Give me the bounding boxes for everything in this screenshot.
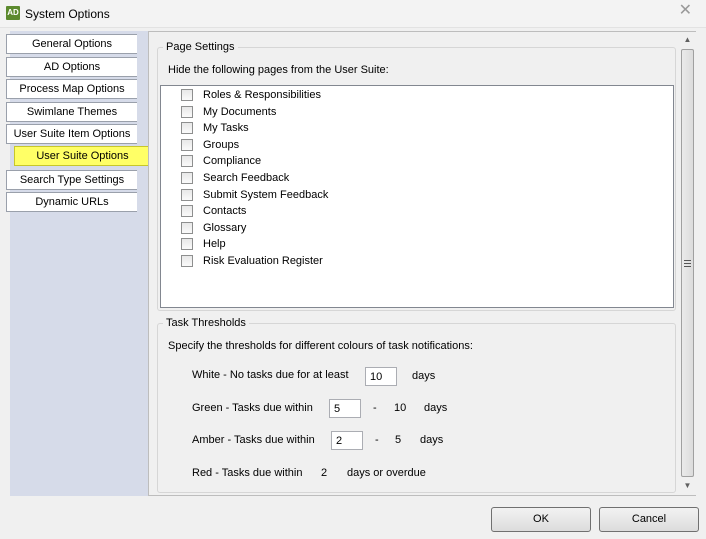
checkbox[interactable]	[181, 255, 193, 267]
checkbox[interactable]	[181, 155, 193, 167]
page-label: Roles & Responsibilities	[203, 89, 321, 101]
page-settings-instruction: Hide the following pages from the User S…	[168, 64, 389, 76]
checkbox[interactable]	[181, 89, 193, 101]
page-label: My Documents	[203, 106, 277, 118]
white-threshold-unit: days	[412, 370, 436, 382]
tab-process-map-options[interactable]: Process Map Options	[6, 79, 137, 99]
green-threshold-unit: days	[424, 402, 448, 414]
close-icon[interactable]: ✕	[679, 2, 692, 20]
scroll-up-icon[interactable]: ▲	[679, 32, 696, 48]
checkbox[interactable]	[181, 139, 193, 151]
title-bar: AD System Options ✕	[0, 0, 706, 28]
vertical-scrollbar[interactable]: ▲ ▼	[679, 32, 696, 495]
white-threshold-input[interactable]	[365, 367, 397, 386]
app-icon: AD	[6, 6, 20, 20]
page-label: Submit System Feedback	[203, 189, 329, 201]
task-thresholds-instruction: Specify the thresholds for different col…	[168, 340, 473, 352]
tab-dynamic-urls[interactable]: Dynamic URLs	[6, 192, 137, 212]
tab-ad-options[interactable]: AD Options	[6, 57, 137, 77]
page-settings-title: Page Settings	[163, 41, 238, 53]
window-title: System Options	[25, 7, 110, 21]
checkbox[interactable]	[181, 106, 193, 118]
tab-search-type-settings[interactable]: Search Type Settings	[6, 170, 137, 190]
page-label: Glossary	[203, 222, 247, 234]
cancel-button[interactable]: Cancel	[599, 507, 699, 532]
task-thresholds-title: Task Thresholds	[163, 317, 249, 329]
checkbox[interactable]	[181, 189, 193, 201]
scrollbar-thumb[interactable]	[681, 49, 694, 477]
page-label: Help	[203, 238, 226, 250]
amber-threshold-label: Amber - Tasks due within	[192, 434, 315, 446]
options-sidebar	[10, 31, 149, 496]
tab-general-options[interactable]: General Options	[6, 34, 137, 54]
checkbox[interactable]	[181, 122, 193, 134]
checkbox[interactable]	[181, 205, 193, 217]
amber-threshold-dash: -	[375, 434, 379, 446]
red-threshold-unit: days or overdue	[347, 467, 426, 479]
green-threshold-upper: 10	[394, 402, 407, 414]
green-threshold-dash: -	[373, 402, 377, 414]
amber-threshold-upper: 5	[395, 434, 402, 446]
page-label: Groups	[203, 139, 240, 151]
checkbox[interactable]	[181, 222, 193, 234]
ok-button[interactable]: OK	[491, 507, 591, 532]
red-threshold-value: 2	[321, 467, 328, 479]
amber-threshold-input[interactable]	[331, 431, 363, 450]
tab-swimlane-themes[interactable]: Swimlane Themes	[6, 102, 137, 122]
checkbox[interactable]	[181, 238, 193, 250]
green-threshold-label: Green - Tasks due within	[192, 402, 313, 414]
page-label: Search Feedback	[203, 172, 290, 184]
amber-threshold-unit: days	[420, 434, 444, 446]
tab-user-suite-item-options[interactable]: User Suite Item Options	[6, 124, 137, 144]
green-threshold-input[interactable]	[329, 399, 361, 418]
scroll-down-icon[interactable]: ▼	[679, 478, 696, 494]
page-label: Contacts	[203, 205, 247, 217]
page-label: Risk Evaluation Register	[203, 255, 323, 267]
white-threshold-label: White - No tasks due for at least	[192, 369, 349, 381]
page-label: Compliance	[203, 155, 262, 167]
tab-user-suite-options[interactable]: User Suite Options	[14, 146, 150, 166]
page-label: My Tasks	[203, 122, 249, 134]
checkbox[interactable]	[181, 172, 193, 184]
red-threshold-label: Red - Tasks due within	[192, 467, 303, 479]
hidden-pages-list[interactable]: Roles & Responsibilities My Documents My…	[160, 85, 674, 308]
grip-icon	[684, 260, 691, 267]
